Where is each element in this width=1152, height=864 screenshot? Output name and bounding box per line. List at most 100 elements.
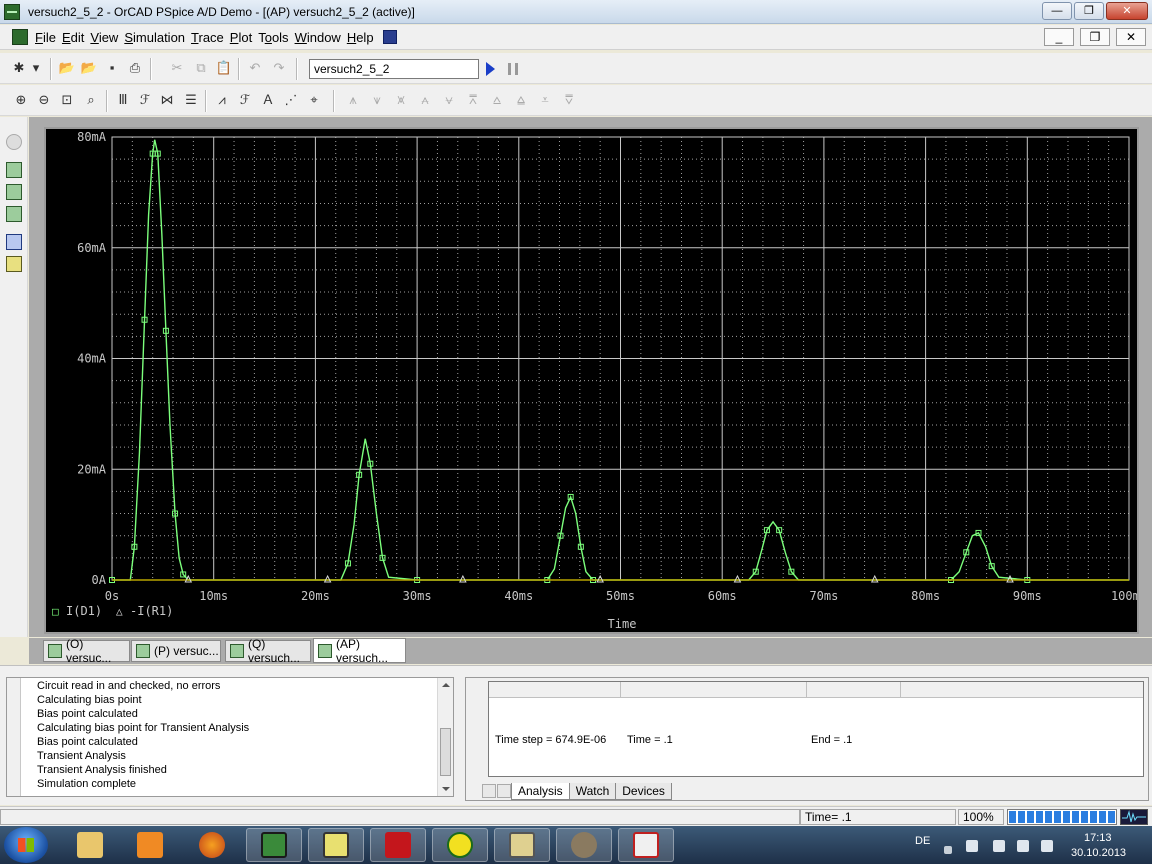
scroll-up-arrow-icon[interactable] — [442, 683, 450, 687]
clock-date[interactable]: 30.10.2013 — [1071, 847, 1126, 859]
power-icon[interactable] — [993, 840, 1005, 852]
tab-analysis[interactable]: Analysis — [511, 782, 570, 800]
text-label-icon[interactable]: Ａ — [259, 91, 277, 109]
start-button[interactable] — [4, 827, 48, 863]
tab-plot-ap-active[interactable]: (AP) versuch... — [313, 637, 406, 665]
menu-plot[interactable]: Plot — [227, 30, 255, 45]
log-x-axis-icon[interactable]: Ⅲ — [114, 91, 132, 109]
simulation-output-log[interactable]: Circuit read in and checked, no errors C… — [6, 677, 454, 797]
keyboard-layout-icon[interactable] — [944, 846, 952, 854]
fourier-icon[interactable]: ℱ — [136, 91, 154, 109]
cursor-peak-icon[interactable]: ⩚ — [344, 91, 362, 109]
context-help-icon[interactable] — [382, 30, 397, 44]
menu-trace[interactable]: Trace — [188, 30, 227, 45]
toggle-cursor-icon[interactable]: ⌖ — [305, 91, 323, 109]
cursor-max-icon[interactable]: ⩝ — [440, 91, 458, 109]
taskbar-explorer[interactable] — [62, 828, 118, 862]
volume-icon[interactable] — [1041, 840, 1053, 852]
previous-transition-icon[interactable]: ⩡ — [536, 91, 554, 109]
log-y-axis-icon[interactable]: ☰ — [182, 91, 200, 109]
tab-plot-p[interactable]: (P) versuc... — [131, 640, 221, 662]
simulation-settings-icon[interactable] — [6, 162, 22, 178]
maximize-button[interactable]: ❐ — [1074, 2, 1104, 20]
tab-scroll-left-icon[interactable] — [482, 784, 496, 798]
child-restore-button[interactable]: ❐ — [1080, 28, 1110, 46]
menu-window[interactable]: Window — [292, 30, 344, 45]
tab-devices[interactable]: Devices — [615, 782, 672, 800]
cursor-point-icon[interactable]: ⩞ — [464, 91, 482, 109]
close-button[interactable]: ✕ — [1106, 2, 1148, 20]
menu-help[interactable]: Help — [344, 30, 377, 45]
pause-simulation-icon[interactable] — [508, 63, 518, 75]
input-language[interactable]: DE — [915, 835, 930, 847]
pspice-app-icon[interactable] — [4, 3, 20, 20]
cursor-search-icon[interactable]: ⩟ — [488, 91, 506, 109]
undo-icon[interactable]: ↶ — [246, 59, 264, 77]
taskbar-capture[interactable] — [308, 828, 364, 862]
taskbar-media-player[interactable] — [122, 828, 178, 862]
menu-edit[interactable]: Edit — [59, 30, 87, 45]
x-tick-label: 80ms — [911, 589, 940, 603]
action-center-flag-icon[interactable] — [966, 840, 978, 852]
mark-data-points-icon[interactable]: ⋰ — [282, 91, 300, 109]
taskbar-firefox[interactable] — [184, 828, 240, 862]
view-output-file-icon[interactable] — [6, 206, 22, 222]
taskbar-acrobat[interactable] — [370, 828, 426, 862]
tab-watch[interactable]: Watch — [568, 782, 617, 800]
zoom-area-icon[interactable]: ⊡ — [58, 91, 76, 109]
scroll-thumb[interactable] — [440, 728, 451, 776]
simulation-profile-select[interactable]: versuch2_5_2 — [309, 59, 479, 79]
log-scrollbar[interactable] — [437, 678, 453, 796]
cursor-trough-icon[interactable]: ⩛ — [368, 91, 386, 109]
minimize-button[interactable]: — — [1042, 2, 1072, 20]
status-table-header — [489, 682, 1143, 698]
performance-analysis-icon[interactable]: ⋈ — [158, 91, 176, 109]
clock-time[interactable]: 17:13 — [1084, 832, 1112, 844]
redo-icon[interactable]: ↷ — [270, 59, 288, 77]
tab-scroll-right-icon[interactable] — [497, 784, 511, 798]
probe-window-icon[interactable] — [6, 256, 22, 272]
menu-view[interactable]: View — [87, 30, 121, 45]
copy-icon[interactable]: ⧉ — [192, 59, 210, 77]
palette-dimmed-icon[interactable] — [6, 134, 22, 150]
menu-tools[interactable]: Tools — [255, 30, 291, 45]
taskbar-model-editor[interactable] — [494, 828, 550, 862]
zoom-fit-icon[interactable]: ⌕ — [82, 91, 100, 109]
open-icon[interactable]: 📂 — [58, 59, 76, 77]
taskbar-error-viewer[interactable] — [618, 828, 674, 862]
save-icon[interactable]: ▪ — [103, 59, 121, 77]
run-simulation-icon[interactable] — [486, 62, 495, 76]
child-close-button[interactable]: ✕ — [1116, 28, 1146, 46]
zoom-in-icon[interactable]: ⊕ — [12, 91, 30, 109]
view-simulation-results-icon[interactable] — [6, 184, 22, 200]
waveform-plot[interactable]: 0A 20mA 40mA 60mA 80mA 0s 10ms 20ms 30ms 40ms 50ms… — [46, 129, 1137, 632]
window-title: versuch2_5_2 - OrCAD PSpice A/D Demo - [… — [28, 4, 415, 19]
menu-file[interactable]: File — [32, 30, 59, 45]
paste-icon[interactable]: 📋 — [215, 59, 233, 77]
print-icon[interactable]: ⎙ — [126, 59, 144, 77]
cursor-min-icon[interactable]: ⩜ — [416, 91, 434, 109]
document-icon[interactable] — [12, 29, 28, 45]
tab-plot-o[interactable]: (O) versuc... — [43, 637, 130, 665]
log-line: Transient Analysis finished — [37, 764, 167, 776]
taskbar-pspice[interactable] — [246, 828, 302, 862]
child-minimize-button[interactable]: _ — [1044, 28, 1074, 46]
new-dropdown-chevron-icon[interactable]: ▾ — [30, 59, 42, 77]
menu-simulation[interactable]: Simulation — [121, 30, 188, 45]
new-icon[interactable]: ✱ — [10, 59, 28, 77]
cursor-slope-icon[interactable]: ⩙ — [392, 91, 410, 109]
network-icon[interactable] — [1017, 840, 1029, 852]
scroll-down-arrow-icon[interactable] — [442, 787, 450, 791]
tab-plot-q[interactable]: (Q) versuch... — [225, 637, 311, 665]
taskbar-sync[interactable] — [432, 828, 488, 862]
add-trace-icon[interactable]: ⩘ — [213, 91, 231, 109]
eval-measurement-icon[interactable]: ℱ — [236, 91, 254, 109]
simulation-message-icon[interactable] — [6, 234, 22, 250]
probe-plot-window[interactable]: 0A 20mA 40mA 60mA 80mA 0s 10ms 20ms 30ms 40ms 50ms… — [44, 127, 1139, 634]
mark-label-icon[interactable]: ⩢ — [560, 91, 578, 109]
taskbar-gimp[interactable] — [556, 828, 612, 862]
zoom-out-icon[interactable]: ⊖ — [35, 91, 53, 109]
next-transition-icon[interactable]: ⩠ — [512, 91, 530, 109]
cut-icon[interactable]: ✂ — [168, 59, 186, 77]
open-file-icon[interactable]: 📂 — [80, 59, 98, 77]
